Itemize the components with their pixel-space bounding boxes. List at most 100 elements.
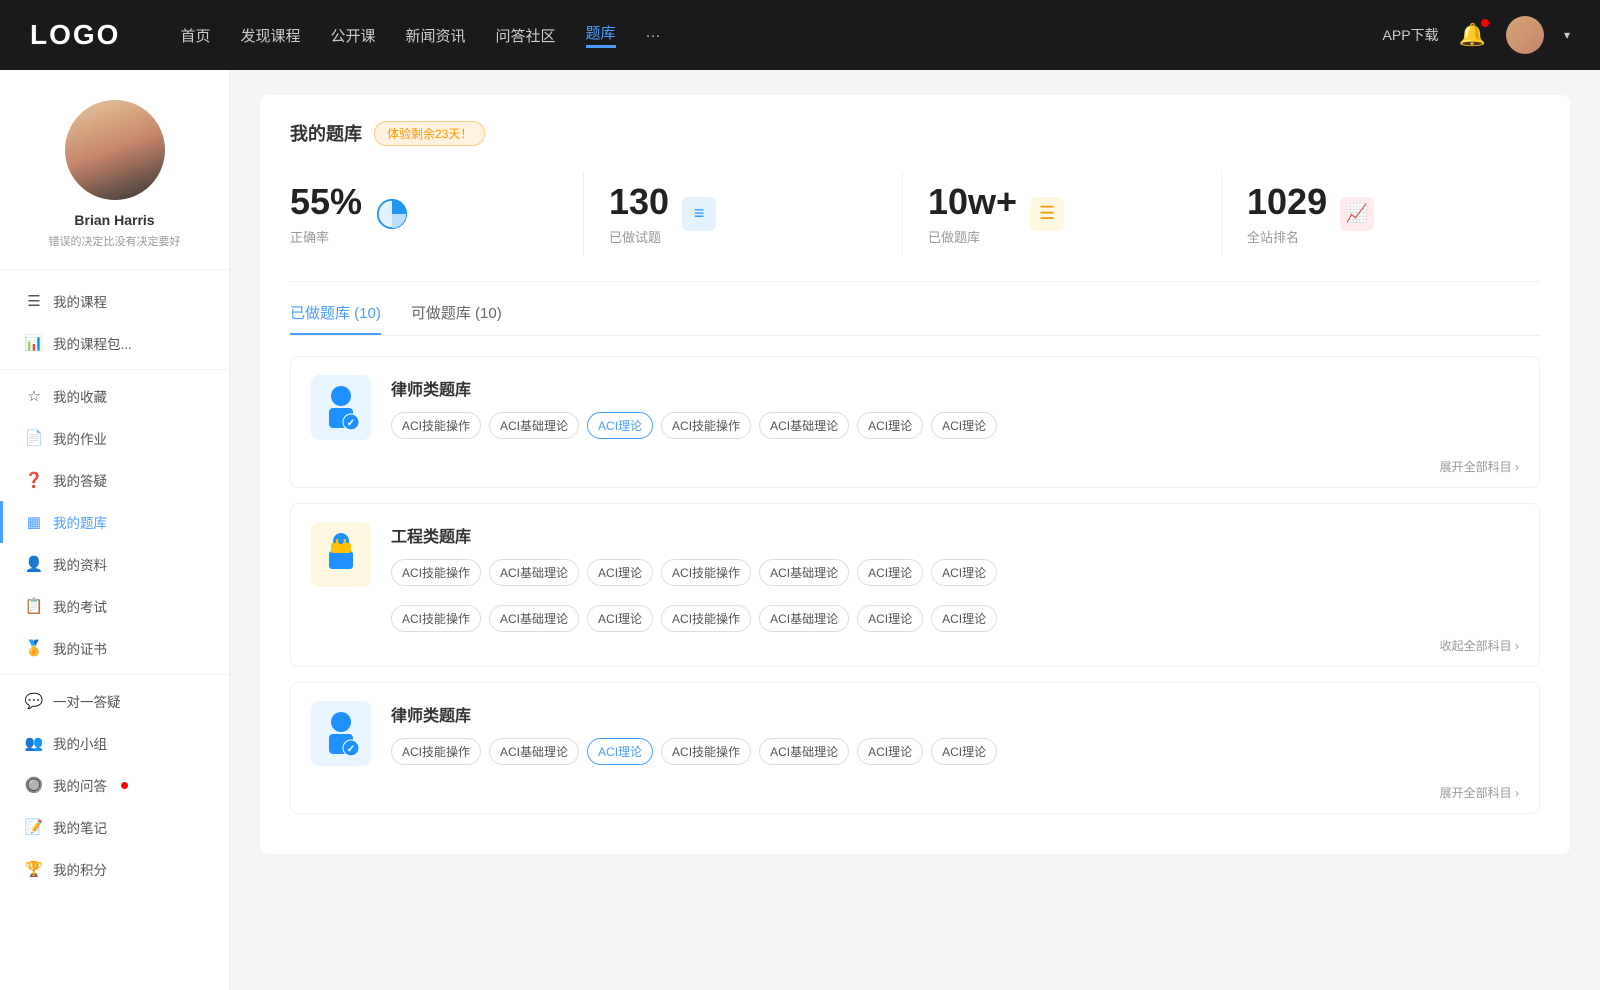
chart-icon-wrap: 📈 xyxy=(1340,197,1374,231)
divider-2 xyxy=(0,674,229,675)
sidebar-item-qbank[interactable]: ▦ 我的题库 xyxy=(0,501,229,543)
main-layout: Brian Harris 错误的决定比没有决定要好 ☰ 我的课程 📊 我的课程包… xyxy=(0,70,1600,990)
nav-more[interactable]: ··· xyxy=(646,27,661,44)
avatar-figure xyxy=(65,100,165,200)
tag-2-6[interactable]: ACI理论 xyxy=(931,738,997,765)
grid-icon: ▦ xyxy=(25,513,43,531)
sidebar: Brian Harris 错误的决定比没有决定要好 ☰ 我的课程 📊 我的课程包… xyxy=(0,70,230,990)
page-title: 我的题库 xyxy=(290,120,362,146)
qa-badge xyxy=(121,782,128,789)
qbank-tags-2: ACI技能操作 ACI基础理论 ACI理论 ACI技能操作 ACI基础理论 AC… xyxy=(391,738,1519,765)
tag-r2-1-6[interactable]: ACI理论 xyxy=(931,605,997,632)
stat-done-questions: 130 已做试题 ≡ xyxy=(584,171,903,256)
tag-r2-1-1[interactable]: ACI基础理论 xyxy=(489,605,579,632)
stat-accuracy: 55% 正确率 xyxy=(290,171,584,256)
user-name: Brian Harris xyxy=(74,212,154,228)
sidebar-item-favorites[interactable]: ☆ 我的收藏 xyxy=(0,375,229,417)
stats-row: 55% 正确率 130 已做试题 xyxy=(290,171,1540,282)
tag-0-3[interactable]: ACI技能操作 xyxy=(661,412,751,439)
note-icon: 📝 xyxy=(25,818,43,836)
tag-r2-1-2[interactable]: ACI理论 xyxy=(587,605,653,632)
qbank-header-1: 工程类题库 ACI技能操作 ACI基础理论 ACI理论 ACI技能操作 ACI基… xyxy=(291,504,1539,605)
tag-r2-1-4[interactable]: ACI基础理论 xyxy=(759,605,849,632)
sidebar-item-groups[interactable]: 👥 我的小组 xyxy=(0,722,229,764)
notification-bell[interactable]: 🔔 xyxy=(1459,22,1486,48)
expand-btn-1[interactable]: 收起全部科目 › xyxy=(1440,637,1519,654)
svg-text:✓: ✓ xyxy=(347,418,355,429)
expand-btn-0[interactable]: 展开全部科目 › xyxy=(1440,458,1519,475)
nav-qa[interactable]: 问答社区 xyxy=(496,25,556,46)
notification-badge xyxy=(1481,19,1489,27)
nav-home[interactable]: 首页 xyxy=(180,25,210,46)
qbank-info-0: 律师类题库 ACI技能操作 ACI基础理论 ACI理论 ACI技能操作 ACI基… xyxy=(391,376,1519,439)
tag-0-0[interactable]: ACI技能操作 xyxy=(391,412,481,439)
done-banks-icon: ☰ xyxy=(1029,196,1065,232)
navbar-right: APP下载 🔔 ▾ xyxy=(1383,16,1570,54)
tag-0-5[interactable]: ACI理论 xyxy=(857,412,923,439)
sidebar-item-questions[interactable]: ❓ 我的答疑 xyxy=(0,459,229,501)
nav-qbank[interactable]: 题库 xyxy=(586,22,616,48)
sidebar-item-tutoring[interactable]: 💬 一对一答疑 xyxy=(0,680,229,722)
tag-2-3[interactable]: ACI技能操作 xyxy=(661,738,751,765)
sidebar-item-certificates[interactable]: 🏅 我的证书 xyxy=(0,627,229,669)
tag-1-6[interactable]: ACI理论 xyxy=(931,559,997,586)
tag-1-0[interactable]: ACI技能操作 xyxy=(391,559,481,586)
app-download-btn[interactable]: APP下载 xyxy=(1383,25,1439,45)
sidebar-item-notes[interactable]: 📝 我的笔记 xyxy=(0,806,229,848)
stat-accuracy-content: 55% 正确率 xyxy=(290,181,362,246)
file2-icon: 📋 xyxy=(25,597,43,615)
logo[interactable]: LOGO xyxy=(30,19,120,51)
tag-0-2[interactable]: ACI理论 xyxy=(587,412,653,439)
tabs-row: 已做题库 (10) 可做题库 (10) xyxy=(290,302,1540,336)
sidebar-item-homework[interactable]: 📄 我的作业 xyxy=(0,417,229,459)
stat-done-q-content: 130 已做试题 xyxy=(609,181,669,246)
tag-1-4[interactable]: ACI基础理论 xyxy=(759,559,849,586)
nav-open-course[interactable]: 公开课 xyxy=(330,25,375,46)
sidebar-item-my-qa[interactable]: 🔘 我的问答 xyxy=(0,764,229,806)
sidebar-item-profile[interactable]: 👤 我的资料 xyxy=(0,543,229,585)
tag-2-1[interactable]: ACI基础理论 xyxy=(489,738,579,765)
tag-1-2[interactable]: ACI理论 xyxy=(587,559,653,586)
lawyer-icon-2: ✓ xyxy=(321,710,361,758)
tag-1-1[interactable]: ACI基础理论 xyxy=(489,559,579,586)
sidebar-item-courses[interactable]: ☰ 我的课程 xyxy=(0,280,229,322)
sidebar-item-points[interactable]: 🏆 我的积分 xyxy=(0,848,229,890)
lawyer-icon: ✓ xyxy=(321,384,361,432)
nav-menu: 首页 发现课程 公开课 新闻资讯 问答社区 题库 ··· xyxy=(180,22,1382,48)
user-avatar[interactable] xyxy=(1506,16,1544,54)
navbar: LOGO 首页 发现课程 公开课 新闻资讯 问答社区 题库 ··· APP下载 … xyxy=(0,0,1600,70)
nav-discover[interactable]: 发现课程 xyxy=(240,25,300,46)
qbank-icon-0: ✓ xyxy=(311,375,371,440)
stat-number-done-banks: 10w+ xyxy=(928,181,1017,223)
expand-btn-2[interactable]: 展开全部科目 › xyxy=(1440,784,1519,801)
tag-0-4[interactable]: ACI基础理论 xyxy=(759,412,849,439)
tab-available-banks[interactable]: 可做题库 (10) xyxy=(411,302,502,335)
qbank-header-0: ✓ 律师类题库 ACI技能操作 ACI基础理论 ACI理论 ACI技能操作 AC… xyxy=(291,357,1539,458)
sidebar-menu: ☰ 我的课程 📊 我的课程包... ☆ 我的收藏 📄 我的作业 ❓ 我的答疑 ▦ xyxy=(0,270,229,900)
user-motto: 错误的决定比没有决定要好 xyxy=(49,233,181,249)
qbank-icon-1 xyxy=(311,522,371,587)
main-content: 我的题库 体验剩余23天！ 55% 正确率 xyxy=(230,70,1600,990)
tag-r2-1-5[interactable]: ACI理论 xyxy=(857,605,923,632)
avatar xyxy=(65,100,165,200)
tag-2-0[interactable]: ACI技能操作 xyxy=(391,738,481,765)
tag-0-1[interactable]: ACI基础理论 xyxy=(489,412,579,439)
qbank-card-2: ✓ 律师类题库 ACI技能操作 ACI基础理论 ACI理论 ACI技能操作 AC… xyxy=(290,682,1540,814)
people-icon: 👤 xyxy=(25,555,43,573)
tag-2-4[interactable]: ACI基础理论 xyxy=(759,738,849,765)
sidebar-item-exams[interactable]: 📋 我的考试 xyxy=(0,585,229,627)
stat-label-accuracy: 正确率 xyxy=(290,227,362,246)
user-dropdown-icon[interactable]: ▾ xyxy=(1564,28,1570,42)
tag-1-5[interactable]: ACI理论 xyxy=(857,559,923,586)
tag-r2-1-0[interactable]: ACI技能操作 xyxy=(391,605,481,632)
tag-1-3[interactable]: ACI技能操作 xyxy=(661,559,751,586)
sidebar-item-course-packages[interactable]: 📊 我的课程包... xyxy=(0,322,229,364)
tag-2-5[interactable]: ACI理论 xyxy=(857,738,923,765)
tag-r2-1-3[interactable]: ACI技能操作 xyxy=(661,605,751,632)
stat-label-done-banks: 已做题库 xyxy=(928,227,1017,246)
tab-done-banks[interactable]: 已做题库 (10) xyxy=(290,302,381,335)
tag-2-2[interactable]: ACI理论 xyxy=(587,738,653,765)
nav-news[interactable]: 新闻资讯 xyxy=(406,25,466,46)
svg-text:✓: ✓ xyxy=(347,744,355,755)
tag-0-6[interactable]: ACI理论 xyxy=(931,412,997,439)
